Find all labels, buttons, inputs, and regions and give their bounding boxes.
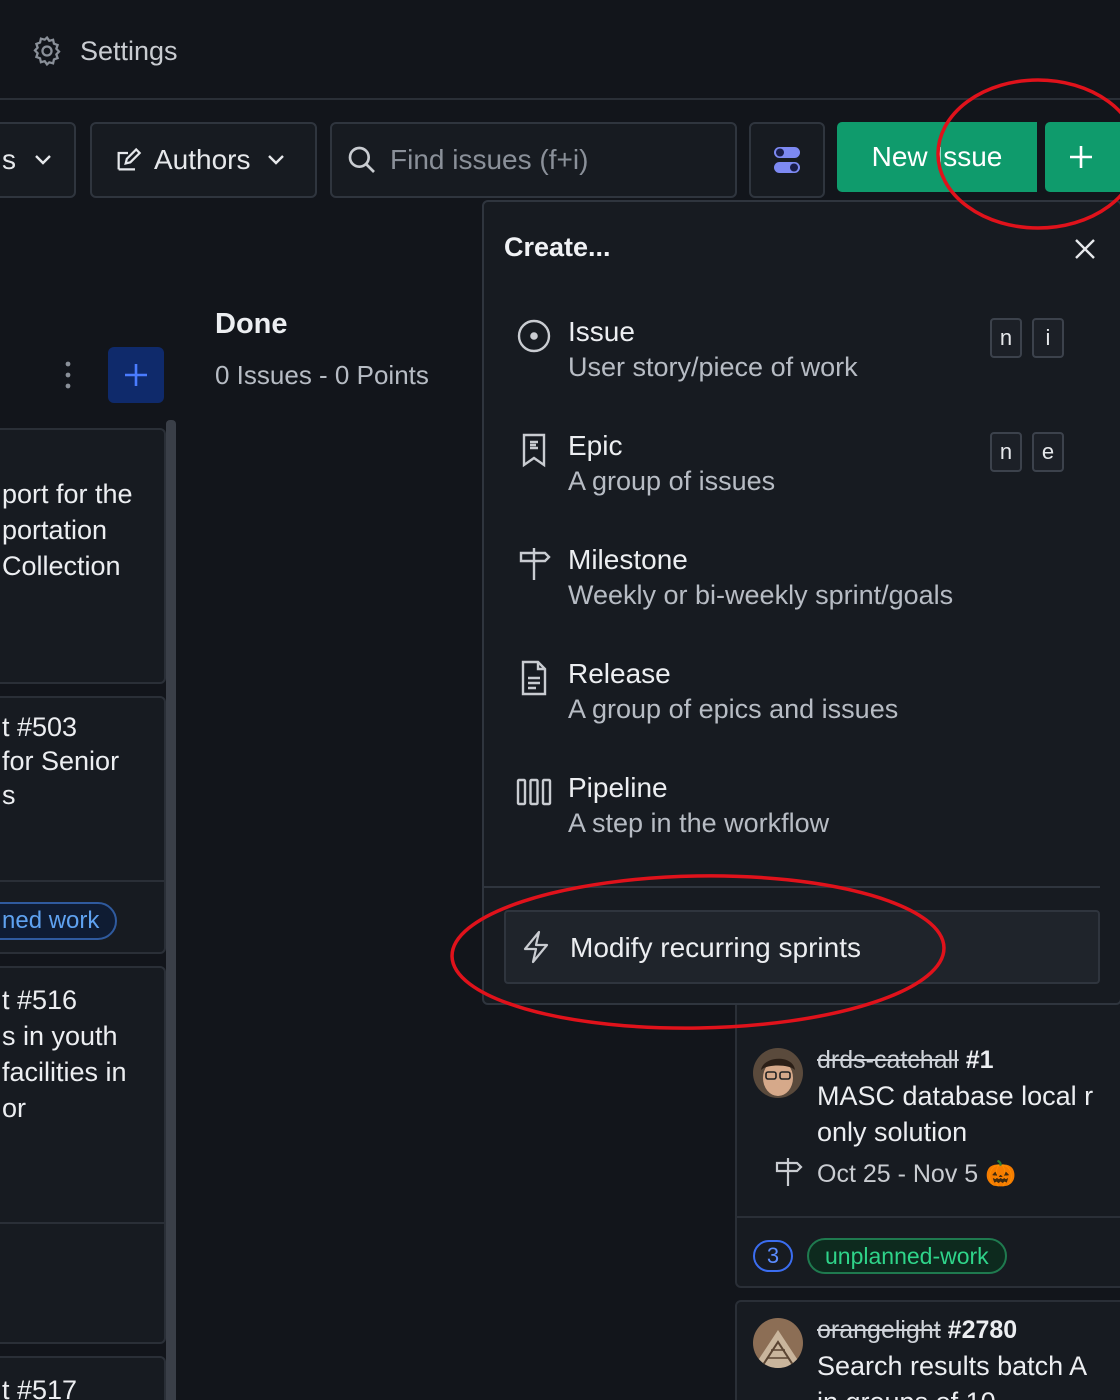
create-pipeline-item[interactable]: Pipeline A step in the workflow — [514, 762, 1094, 852]
label-badge-text: ned work — [2, 907, 100, 934]
menu-item-desc: Weekly or bi-weekly sprint/goals — [568, 580, 954, 610]
card-line: s — [2, 780, 16, 810]
estimate-value: 3 — [766, 1243, 780, 1268]
create-epic-item[interactable]: Epic A group of issues n e — [514, 420, 1094, 510]
epic-bookmark-icon — [522, 433, 546, 468]
pipeline-columns-icon — [516, 778, 552, 806]
modify-label: Modify recurring sprints — [570, 932, 861, 963]
issue-number: #1 — [965, 1046, 994, 1074]
card-line: t #516 — [2, 985, 78, 1015]
pumpkin-emoji: 🎃 — [985, 1160, 1017, 1188]
issue-card[interactable]: orangelight #2780 Search results batch A… — [735, 1300, 1120, 1400]
menu-item-title: Issue — [568, 316, 635, 347]
issue-card[interactable]: t #517 — [0, 1356, 166, 1400]
edit-icon — [117, 147, 142, 171]
add-card-button[interactable] — [108, 347, 164, 403]
new-issue-button[interactable]: New Issue — [837, 122, 1037, 192]
issue-circle-icon — [517, 319, 551, 353]
shortcut-key: i — [1032, 318, 1064, 358]
milestone-signpost-icon — [775, 1158, 803, 1186]
card-reference: drds-catchall #1 — [817, 1046, 994, 1075]
card-line: portation — [2, 515, 108, 545]
issue-card[interactable]: port for the portation Collection — [0, 428, 166, 684]
issue-card[interactable]: drds-catchall #1 MASC database local r o… — [735, 990, 1120, 1288]
column-menu-icon[interactable] — [62, 360, 74, 390]
menu-item-title: Release — [568, 658, 671, 689]
estimate-badge: 3 — [753, 1240, 793, 1272]
milestone-signpost-icon — [519, 548, 551, 580]
repo-name: orangelight — [817, 1316, 941, 1344]
create-menu-popup: Create... Issue User story/piece of work… — [482, 200, 1120, 1005]
release-document-icon — [521, 660, 547, 696]
menu-item-desc: A group of issues — [568, 466, 776, 496]
card-title-line: Search results batch A — [817, 1351, 1088, 1381]
avatar — [753, 1048, 803, 1098]
repo-name: drds-catchall — [817, 1046, 959, 1074]
search-box[interactable] — [330, 122, 737, 198]
card-line: t #517 — [2, 1375, 78, 1400]
milestone-text: Oct 25 - Nov 5 — [817, 1160, 979, 1188]
create-milestone-item[interactable]: Milestone Weekly or bi-weekly sprint/goa… — [514, 534, 1094, 624]
card-line: or — [2, 1093, 27, 1123]
milestone-dates: Oct 25 - Nov 5 🎃 — [817, 1160, 1016, 1189]
settings-link[interactable]: Settings — [30, 34, 178, 68]
card-title-line: only solution — [817, 1117, 968, 1147]
card-line: t #503 — [2, 712, 78, 742]
avatar — [753, 1318, 803, 1368]
card-title-line: in groups of 10 — [817, 1384, 1087, 1400]
label-badge: ned work — [0, 902, 118, 940]
menu-divider — [484, 886, 1100, 888]
search-input[interactable] — [390, 144, 730, 176]
shortcut-key: e — [1032, 432, 1064, 472]
settings-label: Settings — [80, 35, 178, 66]
chevron-down-icon — [35, 155, 51, 165]
authors-dropdown[interactable]: Authors — [90, 122, 317, 198]
menu-item-title: Epic — [568, 430, 623, 461]
create-release-item[interactable]: Release A group of epics and issues — [514, 648, 1094, 738]
top-bar: Settings — [0, 0, 1120, 100]
lightning-bolt-icon — [523, 930, 549, 964]
card-divider — [737, 1216, 1120, 1218]
popup-title: Create... — [504, 232, 611, 262]
search-icon — [348, 146, 375, 173]
menu-item-desc: A step in the workflow — [568, 808, 830, 838]
chevron-down-icon — [267, 155, 284, 165]
card-reference: orangelight #2780 — [817, 1316, 1017, 1345]
issue-card[interactable]: t #516 s in youth facilities in or — [0, 966, 166, 1344]
filter-label: s — [2, 144, 16, 175]
authors-label: Authors — [154, 144, 251, 175]
menu-item-desc: User story/piece of work — [568, 352, 858, 382]
card-line: Collection — [2, 551, 121, 581]
column-scrollbar[interactable] — [166, 420, 176, 1400]
plus-icon — [1070, 146, 1092, 168]
create-menu-button[interactable] — [1045, 122, 1120, 192]
close-icon[interactable] — [1070, 234, 1100, 264]
toggle-icon — [774, 147, 800, 173]
issue-number: #2780 — [947, 1316, 1018, 1344]
card-title-line: MASC database local r — [817, 1081, 1094, 1111]
card-line: port for the — [2, 479, 133, 509]
card-divider — [0, 1222, 164, 1224]
column-summary: 0 Issues - 0 Points — [215, 360, 429, 390]
view-toggle-button[interactable] — [749, 122, 825, 198]
menu-item-title: Milestone — [568, 544, 688, 575]
modify-recurring-sprints-button[interactable]: Modify recurring sprints — [504, 910, 1100, 984]
label-badge: unplanned-work — [807, 1238, 1007, 1274]
label-badge-text: unplanned-work — [825, 1242, 989, 1269]
card-divider — [0, 880, 164, 882]
menu-item-desc: A group of epics and issues — [568, 694, 899, 724]
new-issue-label: New Issue — [871, 141, 1003, 172]
gear-icon — [33, 35, 61, 67]
shortcut-key: n — [990, 318, 1022, 358]
plus-icon — [125, 364, 147, 386]
column-title: Done — [215, 308, 288, 340]
card-line: for Senior — [2, 746, 120, 776]
card-line: facilities in — [2, 1057, 127, 1087]
card-line: s in youth — [2, 1021, 118, 1051]
filter-dropdown[interactable]: s — [0, 122, 76, 198]
create-issue-item[interactable]: Issue User story/piece of work n i — [514, 306, 1094, 396]
menu-item-title: Pipeline — [568, 772, 668, 803]
shortcut-key: n — [990, 432, 1022, 472]
